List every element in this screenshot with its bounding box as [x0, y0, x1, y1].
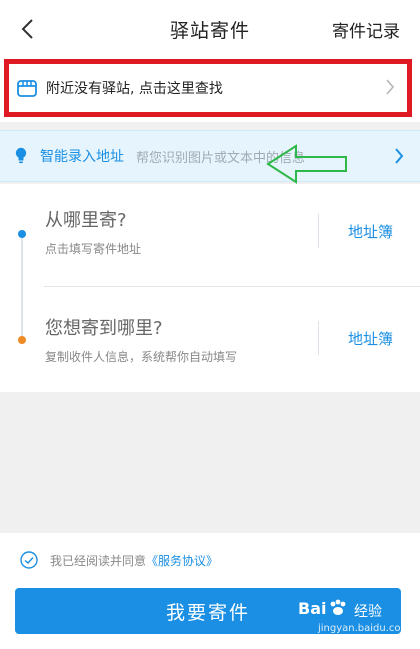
lightbulb-icon	[15, 147, 27, 164]
send-records-link[interactable]: 寄件记录	[332, 17, 400, 42]
smart-entry-label: 智能录入地址	[40, 149, 124, 165]
smart-address-entry[interactable]: 智能录入地址 帮您识别图片或文本中的信息	[0, 130, 420, 182]
top-bar: 驿站寄件 寄件记录	[0, 0, 420, 56]
chevron-right-icon	[386, 79, 395, 95]
chevron-right-icon	[395, 148, 404, 164]
find-station-row[interactable]: 附近没有驿站, 点击这里查找	[4, 59, 412, 117]
divider	[318, 321, 319, 355]
divider	[318, 214, 319, 248]
address-section: 从哪里寄? 点击填写寄件地址 地址簿 您想寄到哪里? 复制收件人信息，系统帮你自…	[0, 184, 420, 392]
find-station-text: 附近没有驿站, 点击这里查找	[46, 81, 223, 97]
timeline-line	[21, 232, 23, 344]
checkbox-icon[interactable]	[20, 551, 38, 569]
agreement-text: 我已经阅读并同意	[50, 553, 147, 568]
receiver-subtitle[interactable]: 复制收件人信息，系统帮你自动填写	[45, 348, 237, 365]
divider	[44, 286, 420, 287]
send-button[interactable]: 我要寄件	[15, 588, 401, 634]
service-agreement-link[interactable]: 《服务协议》	[146, 552, 218, 569]
sender-dot-icon	[18, 230, 26, 238]
annotation-arrow-icon	[266, 144, 347, 184]
station-section: 附近没有驿站, 点击这里查找	[0, 56, 420, 122]
receiver-address-book-button[interactable]: 地址簿	[348, 328, 393, 349]
agreement-row: 我已经阅读并同意 《服务协议》	[20, 551, 218, 569]
receiver-title[interactable]: 您想寄到哪里?	[45, 314, 163, 340]
bottom-bar: 我已经阅读并同意 《服务协议》 我要寄件 Bai 经验 jingyan.baid…	[0, 533, 420, 649]
sender-address-book-button[interactable]: 地址簿	[348, 221, 393, 242]
receiver-dot-icon	[18, 336, 26, 344]
sender-title[interactable]: 从哪里寄?	[45, 206, 127, 232]
store-icon	[17, 80, 37, 97]
sender-subtitle[interactable]: 点击填写寄件地址	[45, 240, 141, 257]
